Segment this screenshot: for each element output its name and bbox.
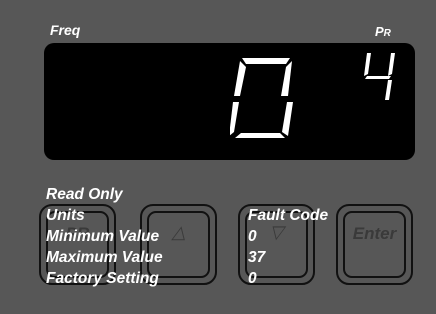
pr-label-sub: R [383,28,391,39]
maximum-value: 37 [248,249,266,266]
main-digit-zero [230,58,293,138]
parameter-digit-four [364,53,395,100]
enter-key[interactable]: Enter [336,204,413,285]
units-label: Units [46,207,85,224]
units-value: Fault Code [248,207,329,224]
enter-key-label: Enter [352,224,397,243]
freq-label: Freq [50,22,81,38]
maximum-value-label: Maximum Value [46,249,163,266]
minimum-value: 0 [248,228,257,245]
led-display [44,43,415,160]
enter-key-face [343,211,406,278]
minimum-value-label: Minimum Value [46,228,160,245]
factory-setting-value: 0 [248,270,257,287]
read-only-label: Read Only [46,186,123,203]
pr-indicator-label: PR [375,24,391,39]
pr-label-main: P [375,24,384,39]
factory-setting-label: Factory Setting [46,270,159,287]
